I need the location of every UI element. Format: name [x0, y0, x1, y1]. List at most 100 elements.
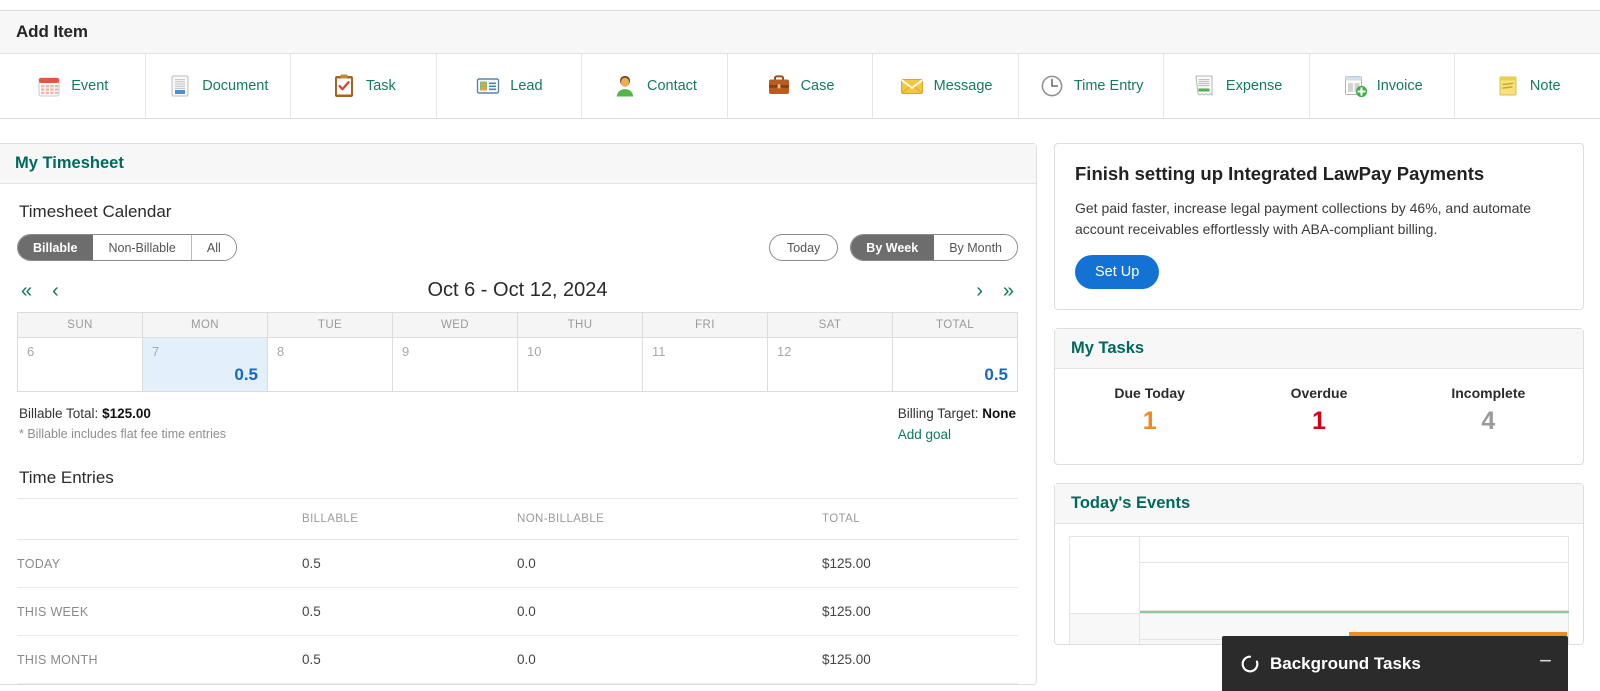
table-row: THIS WEEK 0.5 0.0 $125.00	[17, 587, 1018, 636]
add-item-label: Note	[1529, 78, 1561, 94]
timesheet-calendar-table: SUN MON TUE WED THU FRI SAT TOTAL 6 7 0.5 8 9 10 11 12…	[17, 312, 1018, 392]
day-number: 9	[402, 344, 410, 359]
id-card-icon	[477, 78, 500, 94]
time-entries-header-total: TOTAL	[822, 498, 1018, 540]
event-row	[1070, 562, 1569, 612]
add-item-document[interactable]: Document	[146, 54, 292, 118]
envelope-icon	[900, 79, 923, 94]
calendar-day-cell[interactable]: 6	[17, 337, 143, 392]
add-item-invoice[interactable]: Invoice	[1310, 54, 1456, 118]
my-timesheet-title: My Timesheet	[0, 144, 1036, 184]
event-row	[1069, 536, 1569, 615]
calendar-day-cell[interactable]: 7 0.5	[142, 337, 268, 392]
add-item-message[interactable]: Message	[873, 54, 1019, 118]
calendar-day-cell[interactable]: 9	[392, 337, 518, 392]
add-item-label: Invoice	[1376, 78, 1423, 94]
add-item-label: Time Entry	[1073, 78, 1144, 94]
person-icon	[616, 76, 634, 97]
add-item-time-entry[interactable]: Time Entry	[1019, 54, 1165, 118]
left-column: My Timesheet Timesheet Calendar Billable…	[0, 143, 1038, 685]
event-slot[interactable]	[1139, 562, 1569, 612]
sticky-note-icon	[1499, 76, 1517, 96]
total-cell: $125.00	[822, 587, 1018, 636]
time-entries-header-period	[17, 498, 302, 540]
dashboard-columns: My Timesheet Timesheet Calendar Billable…	[0, 143, 1600, 685]
non-billable-cell: 0.0	[517, 587, 822, 636]
todays-events-title: Today's Events	[1055, 484, 1583, 525]
calendar-header-fri: FRI	[642, 312, 768, 338]
calendar-header-mon: MON	[142, 312, 268, 338]
add-item-task[interactable]: Task	[291, 54, 437, 118]
view-by-week[interactable]: By Week	[851, 235, 935, 260]
non-billable-cell: 0.0	[517, 539, 822, 588]
day-number: 7	[152, 344, 160, 359]
calendar-header-sat: SAT	[767, 312, 893, 338]
dashboard-page: Add Item Event Document Task Lead Contac…	[0, 0, 1600, 691]
view-mode-group[interactable]: By Week By Month	[850, 234, 1018, 261]
add-goal-link[interactable]: Add goal	[898, 427, 1016, 442]
day-number: 11	[652, 344, 666, 359]
billable-filter-group[interactable]: Billable Non-Billable All	[17, 234, 237, 261]
add-item-note[interactable]: Note	[1455, 54, 1600, 118]
table-row: THIS MONTH 0.5 0.0 $125.00	[17, 635, 1018, 684]
filter-billable[interactable]: Billable	[18, 235, 94, 260]
set-up-button[interactable]: Set Up	[1075, 255, 1160, 290]
timesheet-totals: Billable Total: $125.00 * Billable inclu…	[17, 406, 1018, 442]
add-item-lead[interactable]: Lead	[437, 54, 583, 118]
task-stat-overdue[interactable]: Overdue 1	[1234, 385, 1403, 436]
briefcase-icon	[768, 75, 789, 94]
add-item-label: Document	[202, 78, 269, 94]
events-table: 3:00 PM	[1069, 536, 1569, 645]
calendar-day-cell[interactable]: 11	[642, 337, 768, 392]
my-tasks-title: My Tasks	[1055, 329, 1583, 370]
minimize-icon[interactable]: −	[1539, 649, 1552, 678]
calendar-header-row: SUN MON TUE WED THU FRI SAT TOTAL	[17, 312, 1018, 338]
add-item-case[interactable]: Case	[728, 54, 874, 118]
billable-cell: 0.5	[302, 539, 517, 588]
filter-all[interactable]: All	[191, 235, 236, 260]
total-cell: $125.00	[822, 635, 1018, 684]
time-entries-title: Time Entries	[19, 468, 114, 487]
billable-total-value: $125.00	[102, 406, 151, 421]
last-page-icon[interactable]: »	[1003, 281, 1014, 301]
add-item-list: Event Document Task Lead Contact Case Me…	[0, 54, 1600, 118]
promo-text: Get paid faster, increase legal payment …	[1075, 200, 1532, 238]
background-tasks-bar[interactable]: Background Tasks −	[1222, 636, 1568, 691]
add-item-label: Event	[71, 78, 109, 94]
calendar-day-cell[interactable]: 10	[517, 337, 643, 392]
billing-target: Billing Target: None	[898, 406, 1016, 421]
add-item-label: Expense	[1225, 78, 1283, 94]
clock-icon	[1041, 75, 1063, 97]
event-slot[interactable]	[1139, 536, 1569, 564]
view-by-month[interactable]: By Month	[934, 235, 1017, 260]
first-page-icon[interactable]: «	[21, 281, 32, 301]
document-icon	[171, 75, 189, 97]
todays-events-card: Today's Events	[1054, 483, 1584, 646]
today-button[interactable]: Today	[768, 234, 839, 261]
add-item-contact[interactable]: Contact	[582, 54, 728, 118]
calendar-day-cell[interactable]: 8	[267, 337, 393, 392]
prev-page-icon[interactable]: ‹	[52, 281, 59, 301]
day-number: 12	[777, 344, 792, 359]
calendar-day-cell[interactable]: 12	[767, 337, 893, 392]
add-item-event[interactable]: Event	[0, 54, 146, 118]
calendar-header-sun: SUN	[17, 312, 143, 338]
task-stat-incomplete[interactable]: Incomplete 4	[1404, 385, 1573, 436]
background-tasks-title: Background Tasks	[1270, 653, 1421, 673]
task-stat-due-today[interactable]: Due Today 1	[1065, 385, 1234, 436]
todays-events-grid[interactable]: 3:00 PM	[1055, 524, 1583, 645]
billable-cell: 0.5	[302, 635, 517, 684]
filter-non-billable[interactable]: Non-Billable	[93, 235, 192, 260]
calendar-header-thu: THU	[517, 312, 643, 338]
right-column: Finish setting up Integrated LawPay Paym…	[1038, 143, 1600, 685]
time-entries-body: TODAY 0.5 0.0 $125.00 THIS WEEK 0.5 0.0 $125.00…	[17, 539, 1018, 684]
billing-target-value: None	[982, 406, 1016, 421]
next-page-icon[interactable]: ›	[976, 281, 983, 301]
promo-title: Finish setting up Integrated LawPay Paym…	[1075, 163, 1485, 184]
my-tasks-card: My Tasks Due Today 1 Overdue 1 Incomplete 4	[1054, 328, 1584, 466]
add-item-expense[interactable]: Expense	[1164, 54, 1310, 118]
total-cell: $125.00	[822, 539, 1018, 588]
time-entries-header-row: BILLABLE NON-BILLABLE TOTAL	[17, 498, 1018, 540]
